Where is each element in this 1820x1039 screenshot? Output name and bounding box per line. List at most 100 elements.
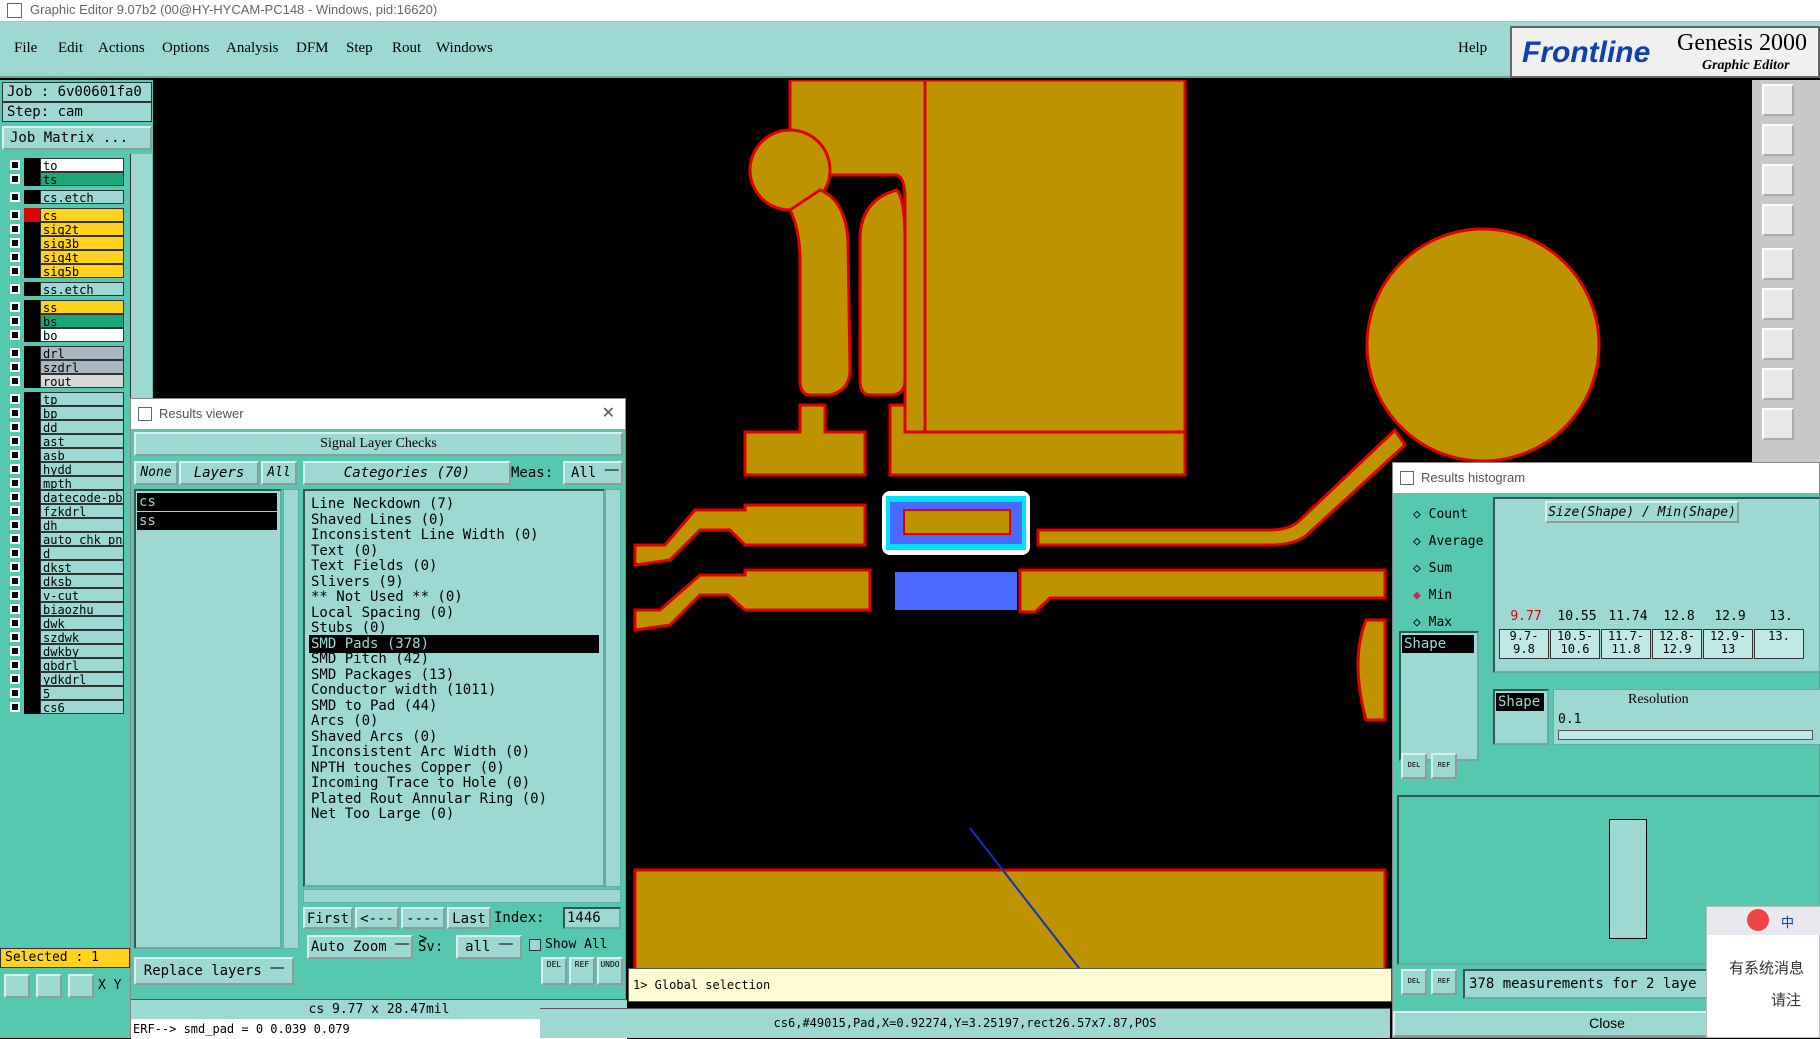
signal-layer-checks-header[interactable]: Signal Layer Checks: [134, 432, 623, 456]
layer-row[interactable]: drl: [8, 346, 124, 361]
hist-ref-button-2[interactable]: REF: [1431, 969, 1457, 995]
layer-checkbox[interactable]: [10, 174, 20, 184]
layer-row[interactable]: auto_chk_pn: [8, 532, 124, 547]
layer-row[interactable]: biaozhu: [8, 602, 124, 617]
layer-checkbox[interactable]: [10, 422, 20, 432]
layer-checkbox[interactable]: [10, 160, 20, 170]
bin-range[interactable]: 12.9- 13: [1703, 629, 1753, 659]
layer-checkbox[interactable]: [10, 604, 20, 614]
zoom-home-icon[interactable]: [1762, 84, 1794, 116]
menu-options[interactable]: Options: [162, 40, 210, 57]
snap-icon[interactable]: [1762, 288, 1794, 320]
bin-range[interactable]: 10.5- 10.6: [1550, 629, 1600, 659]
menu-edit[interactable]: Edit: [58, 40, 83, 57]
layer-row[interactable]: dwkby: [8, 644, 124, 659]
layer-row[interactable]: sig2t: [8, 222, 124, 237]
layer-row[interactable]: ydkdrl: [8, 672, 124, 687]
layer-row[interactable]: cs: [8, 208, 124, 223]
layer-row[interactable]: dh: [8, 518, 124, 533]
layer-row[interactable]: gbdrl: [8, 658, 124, 673]
hist-del-button-2[interactable]: DEL: [1401, 969, 1427, 995]
layer-checkbox[interactable]: [10, 224, 20, 234]
mode-sum[interactable]: ◇ Sum: [1413, 561, 1452, 576]
layer-row[interactable]: datecode-pb: [8, 490, 124, 505]
index-field[interactable]: 1446: [563, 907, 621, 929]
zoom-area-icon[interactable]: [1762, 204, 1794, 236]
first-button[interactable]: First: [303, 907, 353, 929]
auto-zoom-dropdown[interactable]: Auto Zoom ⎻: [307, 935, 413, 959]
layer-row[interactable]: szdwk: [8, 630, 124, 645]
layer-checkbox[interactable]: [10, 660, 20, 670]
layer-row[interactable]: ss: [8, 300, 124, 315]
layer-row[interactable]: cs.etch: [8, 190, 124, 205]
layer-row[interactable]: sig4t: [8, 250, 124, 265]
menu-actions[interactable]: Actions: [98, 40, 145, 57]
layer-checkbox[interactable]: [10, 520, 20, 530]
layer-row[interactable]: v-cut: [8, 588, 124, 603]
layer-checkbox[interactable]: [10, 302, 20, 312]
layer-checkbox[interactable]: [10, 492, 20, 502]
layer-row[interactable]: d: [8, 546, 124, 561]
mode-average[interactable]: ◇ Average: [1413, 534, 1483, 549]
snap-grid-icon[interactable]: [4, 974, 30, 998]
last-button[interactable]: Last: [447, 907, 491, 929]
pad-icon[interactable]: [1762, 368, 1794, 400]
next-button[interactable]: ---->: [401, 907, 445, 947]
layer-checkbox[interactable]: [10, 646, 20, 656]
layer-row[interactable]: mpth: [8, 476, 124, 491]
layer-row[interactable]: bp: [8, 406, 124, 421]
layer-row[interactable]: to: [8, 158, 124, 173]
layer-checkbox[interactable]: [10, 702, 20, 712]
layer-row[interactable]: szdrl: [8, 360, 124, 375]
layer-row[interactable]: bo: [8, 328, 124, 343]
layer-row[interactable]: dwk: [8, 616, 124, 631]
histogram-chart[interactable]: Size(Shape) / Min(Shape) 9.77 9.7- 9.8 10.5…: [1493, 497, 1820, 673]
warning-icon[interactable]: [1762, 408, 1794, 440]
bin-range[interactable]: 13.: [1754, 629, 1804, 659]
shape-listbox[interactable]: Shape: [1399, 631, 1479, 761]
layer-row[interactable]: asb: [8, 448, 124, 463]
layer-checkbox[interactable]: [10, 506, 20, 516]
ime-notification[interactable]: 中 有系统消息 请注: [1706, 906, 1820, 1038]
layer-checkbox[interactable]: [10, 688, 20, 698]
layer-checkbox[interactable]: [10, 252, 20, 262]
menu-step[interactable]: Step: [346, 40, 373, 57]
layer-checkbox[interactable]: [10, 590, 20, 600]
snap-center-icon[interactable]: [36, 974, 62, 998]
categories-hscrollbar[interactable]: [303, 889, 621, 903]
size-shape-button[interactable]: Size(Shape) / Min(Shape): [1545, 501, 1739, 523]
layer-list-item[interactable]: cs: [137, 493, 277, 511]
layer-checkbox[interactable]: [10, 632, 20, 642]
layer-checkbox[interactable]: [10, 316, 20, 326]
layers-button[interactable]: Layers: [179, 461, 259, 485]
layer-checkbox[interactable]: [10, 478, 20, 488]
layer-row[interactable]: cs6: [8, 700, 124, 715]
layer-row[interactable]: dd: [8, 420, 124, 435]
menu-windows[interactable]: Windows: [436, 40, 493, 57]
close-icon[interactable]: ✕: [602, 399, 615, 429]
layer-checkbox[interactable]: [10, 284, 20, 294]
layer-checkbox[interactable]: [10, 562, 20, 572]
undo-button[interactable]: UNDO: [597, 957, 623, 985]
layer-row[interactable]: sig5b: [8, 264, 124, 279]
categories-listbox[interactable]: Line Neckdown (7) Shaved Lines (0) Inconsi…: [303, 489, 605, 887]
categories-button[interactable]: Categories (70): [303, 461, 511, 485]
hist-ref-button[interactable]: REF: [1431, 753, 1457, 779]
layer-row[interactable]: tp: [8, 392, 124, 407]
layers-listbox[interactable]: cs ss: [134, 489, 282, 949]
layer-row[interactable]: ts: [8, 172, 124, 187]
layer-checkbox[interactable]: [10, 394, 20, 404]
layer-checkbox[interactable]: [10, 576, 20, 586]
layer-checkbox[interactable]: [10, 210, 20, 220]
layer-row[interactable]: fzkdrl: [8, 504, 124, 519]
measure-icon[interactable]: [1762, 248, 1794, 280]
layers-scrollbar[interactable]: [283, 489, 299, 949]
layer-checkbox[interactable]: [10, 362, 20, 372]
menu-dfm[interactable]: DFM: [296, 40, 329, 57]
layer-list-item[interactable]: ss: [137, 512, 277, 530]
menu-file[interactable]: File: [14, 40, 37, 57]
show-all-checkbox[interactable]: [529, 939, 541, 951]
layer-checkbox[interactable]: [10, 238, 20, 248]
mode-max[interactable]: ◇ Max: [1413, 615, 1452, 630]
hist-del-button[interactable]: DEL: [1401, 753, 1427, 779]
